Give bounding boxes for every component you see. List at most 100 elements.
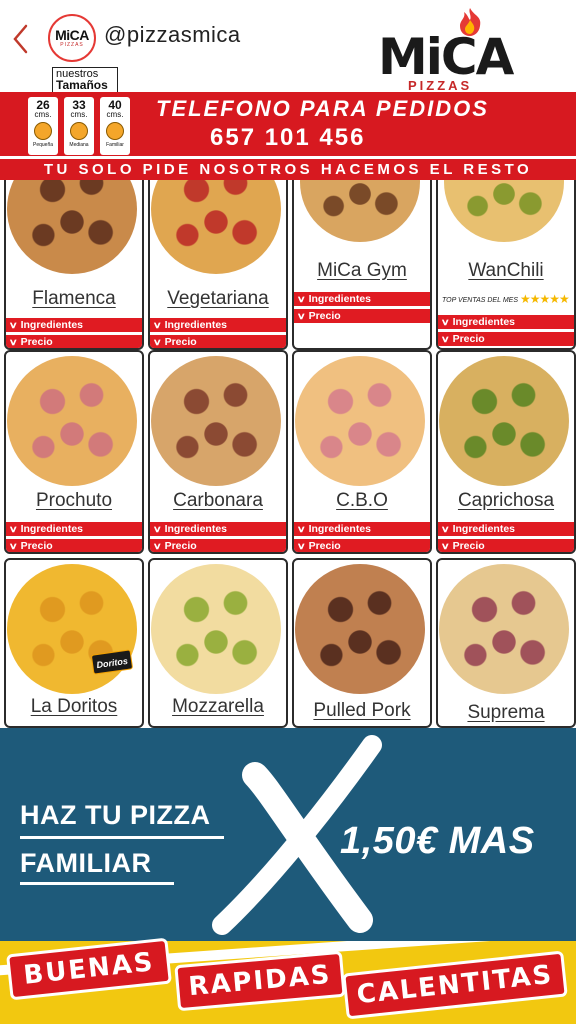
- doritos-tag: Doritos: [90, 649, 134, 675]
- size-card: 40 cms. Familiar: [100, 97, 130, 155]
- pizza-photo: [444, 180, 564, 242]
- pizza-name[interactable]: MiCa Gym: [294, 260, 430, 282]
- pizza-card[interactable]: Suprema: [436, 558, 576, 728]
- pizza-card[interactable]: Vegetariana ∨ Ingredientes ∨ Precio: [148, 180, 288, 350]
- ingredients-label: Ingredientes: [308, 293, 372, 305]
- pizza-card[interactable]: Caprichosa ∨ Ingredientes ∨ Precio: [436, 350, 576, 554]
- chevron-down-icon: ∨: [8, 524, 18, 534]
- rating-text: TOP VENTAS DEL MES: [442, 297, 518, 304]
- sizes-link-line2: Tamaños: [56, 78, 108, 92]
- size-unit: cms.: [106, 110, 124, 119]
- pizza-photo: [7, 356, 137, 486]
- pizza-photo: [300, 180, 420, 242]
- price-button[interactable]: ∨ Precio: [438, 539, 574, 552]
- ingredients-label: Ingredientes: [308, 523, 372, 535]
- ingredients-button[interactable]: ∨ Ingredientes: [294, 522, 430, 536]
- avatar-logo-text: MiCA: [55, 27, 89, 43]
- ingredients-button[interactable]: ∨ Ingredientes: [438, 522, 574, 536]
- pizza-name[interactable]: Flamenca: [6, 288, 142, 310]
- slogan-text: TU SOLO PIDE NOSOTROS HACEMOS EL RESTO: [43, 161, 533, 178]
- pizza-name[interactable]: Vegetariana: [150, 288, 286, 310]
- pizza-photo: [7, 564, 137, 694]
- pizza-card[interactable]: C.B.O ∨ Ingredientes ∨ Precio: [292, 350, 432, 554]
- price-button[interactable]: ∨ Precio: [6, 539, 142, 552]
- price-button[interactable]: ∨ Precio: [150, 335, 286, 348]
- chevron-down-icon: ∨: [296, 311, 306, 321]
- chevron-down-icon: ∨: [152, 337, 162, 347]
- pizza-name[interactable]: Pulled Pork: [294, 700, 430, 722]
- pizza-name[interactable]: Mozzarella: [150, 696, 286, 718]
- pizza-photo: [295, 564, 425, 694]
- pizza-card[interactable]: Carbonara ∨ Ingredientes ∨ Precio: [148, 350, 288, 554]
- price-label: Precio: [308, 310, 341, 322]
- promo-line2: FAMILIAR: [20, 848, 152, 878]
- promo-underline-2: [20, 882, 174, 885]
- price-button[interactable]: ∨ Precio: [150, 539, 286, 552]
- pizza-card[interactable]: Mozzarella: [148, 558, 288, 728]
- pizza-name[interactable]: WanChili: [438, 260, 574, 282]
- chevron-down-icon: ∨: [296, 524, 306, 534]
- pizza-card[interactable]: MiCa Gym ∨ Ingredientes ∨ Precio: [292, 180, 432, 350]
- pizza-photo: [439, 564, 569, 694]
- ingredients-button[interactable]: ∨ Ingredientes: [150, 522, 286, 536]
- pizza-name[interactable]: Caprichosa: [438, 490, 574, 512]
- chevron-down-icon: ∨: [8, 541, 18, 551]
- pizza-name[interactable]: Carbonara: [150, 490, 286, 512]
- price-button[interactable]: ∨ Precio: [438, 332, 574, 346]
- chevron-down-icon: ∨: [152, 541, 162, 551]
- price-button[interactable]: ∨ Precio: [294, 539, 430, 552]
- back-arrow-icon[interactable]: [10, 22, 32, 56]
- sizes-link[interactable]: nuestros Tamaños: [52, 67, 118, 93]
- chevron-down-icon: ∨: [440, 524, 450, 534]
- size-unit: cms.: [70, 110, 88, 119]
- price-label: Precio: [452, 540, 485, 552]
- profile-avatar[interactable]: MiCA PIZZAS: [48, 14, 96, 62]
- chevron-down-icon: ∨: [8, 320, 18, 330]
- promo-line1: HAZ TU PIZZA: [20, 800, 211, 830]
- size-label: Familiar: [106, 142, 124, 148]
- phone-title: TELEFONO PARA PEDIDOS: [156, 96, 489, 121]
- pizza-name[interactable]: Prochuto: [6, 490, 142, 512]
- star-rating-icon: ★★★★★: [520, 292, 570, 306]
- ingredients-label: Ingredientes: [20, 319, 84, 331]
- pizza-card[interactable]: Pulled Pork: [292, 558, 432, 728]
- price-button[interactable]: ∨ Precio: [294, 309, 430, 323]
- top-sales-rating: TOP VENTAS DEL MES ★★★★★: [442, 292, 574, 306]
- size-label: Pequeña: [32, 142, 54, 148]
- promo-price: 1,50€ MAS: [340, 820, 535, 862]
- ingredients-button[interactable]: ∨ Ingredientes: [6, 318, 142, 332]
- pizza-photo: [7, 180, 137, 274]
- pizza-name[interactable]: La Doritos: [6, 696, 142, 718]
- account-handle[interactable]: @pizzasmica: [104, 22, 241, 48]
- ingredients-button[interactable]: ∨ Ingredientes: [438, 315, 574, 329]
- chevron-down-icon: ∨: [152, 524, 162, 534]
- ingredients-button[interactable]: ∨ Ingredientes: [6, 522, 142, 536]
- ingredients-label: Ingredientes: [164, 523, 228, 535]
- pizza-name[interactable]: C.B.O: [294, 490, 430, 512]
- pizza-card[interactable]: Doritos La Doritos: [4, 558, 144, 728]
- price-label: Precio: [164, 540, 197, 552]
- ingredients-label: Ingredientes: [164, 319, 228, 331]
- phone-number[interactable]: 657 101 456: [210, 124, 365, 152]
- ingredients-button[interactable]: ∨ Ingredientes: [150, 318, 286, 332]
- size-unit: cms.: [34, 110, 52, 119]
- ingredients-label: Ingredientes: [452, 316, 516, 328]
- header-bar: MiCA PIZZAS @pizzasmica nuestros Tamaños…: [0, 0, 576, 93]
- pizza-grid: Flamenca ∨ Ingredientes ∨ Precio Vegetariana ∨…: [0, 180, 576, 728]
- brand-logo: MiCA PIZZAS: [378, 6, 528, 93]
- price-label: Precio: [164, 336, 197, 348]
- pizza-photo: [151, 356, 281, 486]
- pizza-photo: [295, 356, 425, 486]
- pizza-name[interactable]: Suprema: [438, 702, 574, 724]
- pizza-card[interactable]: Flamenca ∨ Ingredientes ∨ Precio: [4, 180, 144, 350]
- pizza-size-icon: [34, 122, 52, 140]
- pizza-card[interactable]: WanChili TOP VENTAS DEL MES ★★★★★ ∨ Ingredie…: [436, 180, 576, 350]
- app-screen: MiCA PIZZAS @pizzasmica nuestros Tamaños…: [0, 0, 576, 1024]
- price-button[interactable]: ∨ Precio: [6, 335, 142, 348]
- pizza-photo: [439, 356, 569, 486]
- pizza-card[interactable]: Prochuto ∨ Ingredientes ∨ Precio: [4, 350, 144, 554]
- price-label: Precio: [20, 540, 53, 552]
- price-label: Precio: [20, 336, 53, 348]
- ingredients-button[interactable]: ∨ Ingredientes: [294, 292, 430, 306]
- ingredients-label: Ingredientes: [452, 523, 516, 535]
